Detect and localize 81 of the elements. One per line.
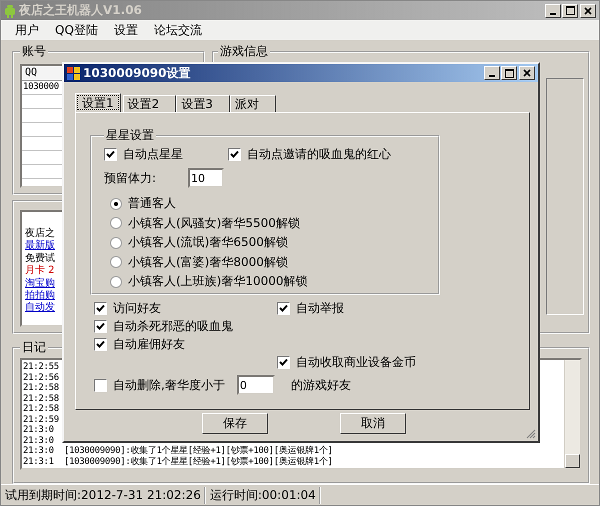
window-title: 夜店之王机器人V1.06: [19, 2, 143, 19]
menu-item[interactable]: 论坛交流: [146, 22, 210, 38]
status-text: 运行时间:00:01:04: [210, 486, 321, 504]
info-line: 月卡 2: [25, 265, 55, 278]
checkbox[interactable]: [94, 302, 107, 314]
status-text: 试用到期时间:2012-7-31 21:02:26: [5, 486, 206, 504]
checkbox[interactable]: [94, 378, 107, 392]
maximize-button[interactable]: [501, 66, 517, 80]
radio-button[interactable]: [110, 217, 122, 230]
maximize-icon: [566, 6, 574, 15]
close-button[interactable]: [580, 4, 596, 18]
group-title: 账号: [21, 43, 47, 60]
minimize-icon: [489, 75, 495, 77]
info-link[interactable]: 自动发: [25, 302, 55, 315]
menu-item[interactable]: 用户: [7, 22, 47, 38]
close-button[interactable]: [519, 66, 535, 80]
menu-item[interactable]: QQ登陆: [47, 22, 106, 38]
info-line: 免费试: [25, 252, 55, 264]
log-line: 21:3:0 [1030009090]:收集了1个星星[经验+1][钞票+100][奥运银牌1个]: [23, 446, 333, 456]
checkbox-label: 自动收取商业设备金币: [296, 354, 416, 370]
info-link[interactable]: 拍拍购: [25, 290, 55, 302]
checkbox-label: 自动举报: [296, 300, 344, 316]
log-line: 21:2:56: [23, 372, 59, 383]
tab[interactable]: 设置2: [122, 95, 176, 112]
maximize-button[interactable]: [562, 4, 578, 18]
radio-label: 小镇客人(富婆)奢华8000解锁: [128, 254, 288, 271]
minimize-icon: [550, 12, 556, 14]
checkbox-label: 自动点邀请的吸血鬼的红心: [247, 146, 391, 162]
checkbox-label: 自动杀死邪恶的吸血鬼: [113, 318, 233, 334]
log-line: 21:3:1 [1030009090]:收集了1个星星[经验+1][钞票+100][奥运银牌1个]: [23, 456, 333, 467]
log-line: 21:3:0: [23, 436, 54, 446]
radio-button[interactable]: [110, 236, 122, 249]
checkbox[interactable]: [277, 302, 290, 314]
log-line: 21:2:58: [23, 394, 59, 404]
radio-button[interactable]: [110, 198, 122, 210]
group-title: 游戏信息: [219, 43, 269, 60]
checkbox[interactable]: [277, 356, 290, 368]
group-title: 星星设置: [105, 127, 155, 144]
checkbox[interactable]: [228, 148, 241, 160]
tab[interactable]: 设置3: [176, 95, 230, 112]
radio-button[interactable]: [110, 256, 122, 268]
robot-icon: [4, 4, 16, 18]
luxury-input[interactable]: 0: [236, 375, 275, 395]
field-label: 预留体力:: [104, 170, 158, 186]
minimize-button[interactable]: [545, 4, 561, 18]
checkbox-label: 自动点星星: [123, 146, 183, 162]
info-link[interactable]: 淘宝购: [25, 278, 55, 290]
maximize-icon: [504, 68, 514, 78]
cancel-button[interactable]: 取消: [340, 413, 406, 434]
save-button[interactable]: 保存: [202, 413, 268, 434]
radio-button[interactable]: [110, 276, 122, 288]
log-line: 21:2:59: [23, 414, 59, 425]
resize-grip-icon[interactable]: [525, 428, 536, 439]
radio-label: 普通客人: [128, 195, 176, 212]
field-suffix: 的游戏好友: [290, 376, 351, 394]
log-line: 21:2:58: [23, 383, 59, 394]
info-link[interactable]: 最新版: [25, 240, 55, 253]
log-line: 21:3:0: [23, 425, 54, 436]
tab[interactable]: 设置1: [75, 93, 121, 112]
minimize-button[interactable]: [484, 66, 500, 80]
close-icon: [584, 6, 592, 14]
checkbox[interactable]: [104, 148, 117, 160]
checkbox-label: 自动删除,奢华度小于: [113, 376, 225, 394]
log-line: 21:2:58: [23, 404, 59, 414]
dialog-title: 1030009090设置: [83, 64, 192, 82]
app-icon: [67, 66, 80, 80]
checkbox[interactable]: [94, 320, 107, 332]
radio-label: 小镇客人(流氓)奢华6500解锁: [128, 234, 288, 252]
checkbox-label: 访问好友: [113, 300, 161, 316]
group-title: 日记: [21, 339, 47, 356]
radio-label: 小镇客人(上班族)奢华10000解锁: [128, 273, 308, 290]
menu-item[interactable]: 设置: [106, 22, 146, 38]
tab[interactable]: 派对: [230, 95, 276, 112]
log-line: 21:2:55: [23, 362, 59, 372]
close-icon: [523, 69, 531, 77]
scrollbar[interactable]: [564, 360, 580, 468]
radio-label: 小镇客人(风骚女)奢华5500解锁: [128, 214, 300, 232]
checkbox[interactable]: [94, 338, 107, 350]
stamina-input[interactable]: 10: [188, 168, 224, 188]
checkbox-label: 自动雇佣好友: [113, 336, 185, 352]
info-line: 夜店之: [25, 228, 55, 240]
